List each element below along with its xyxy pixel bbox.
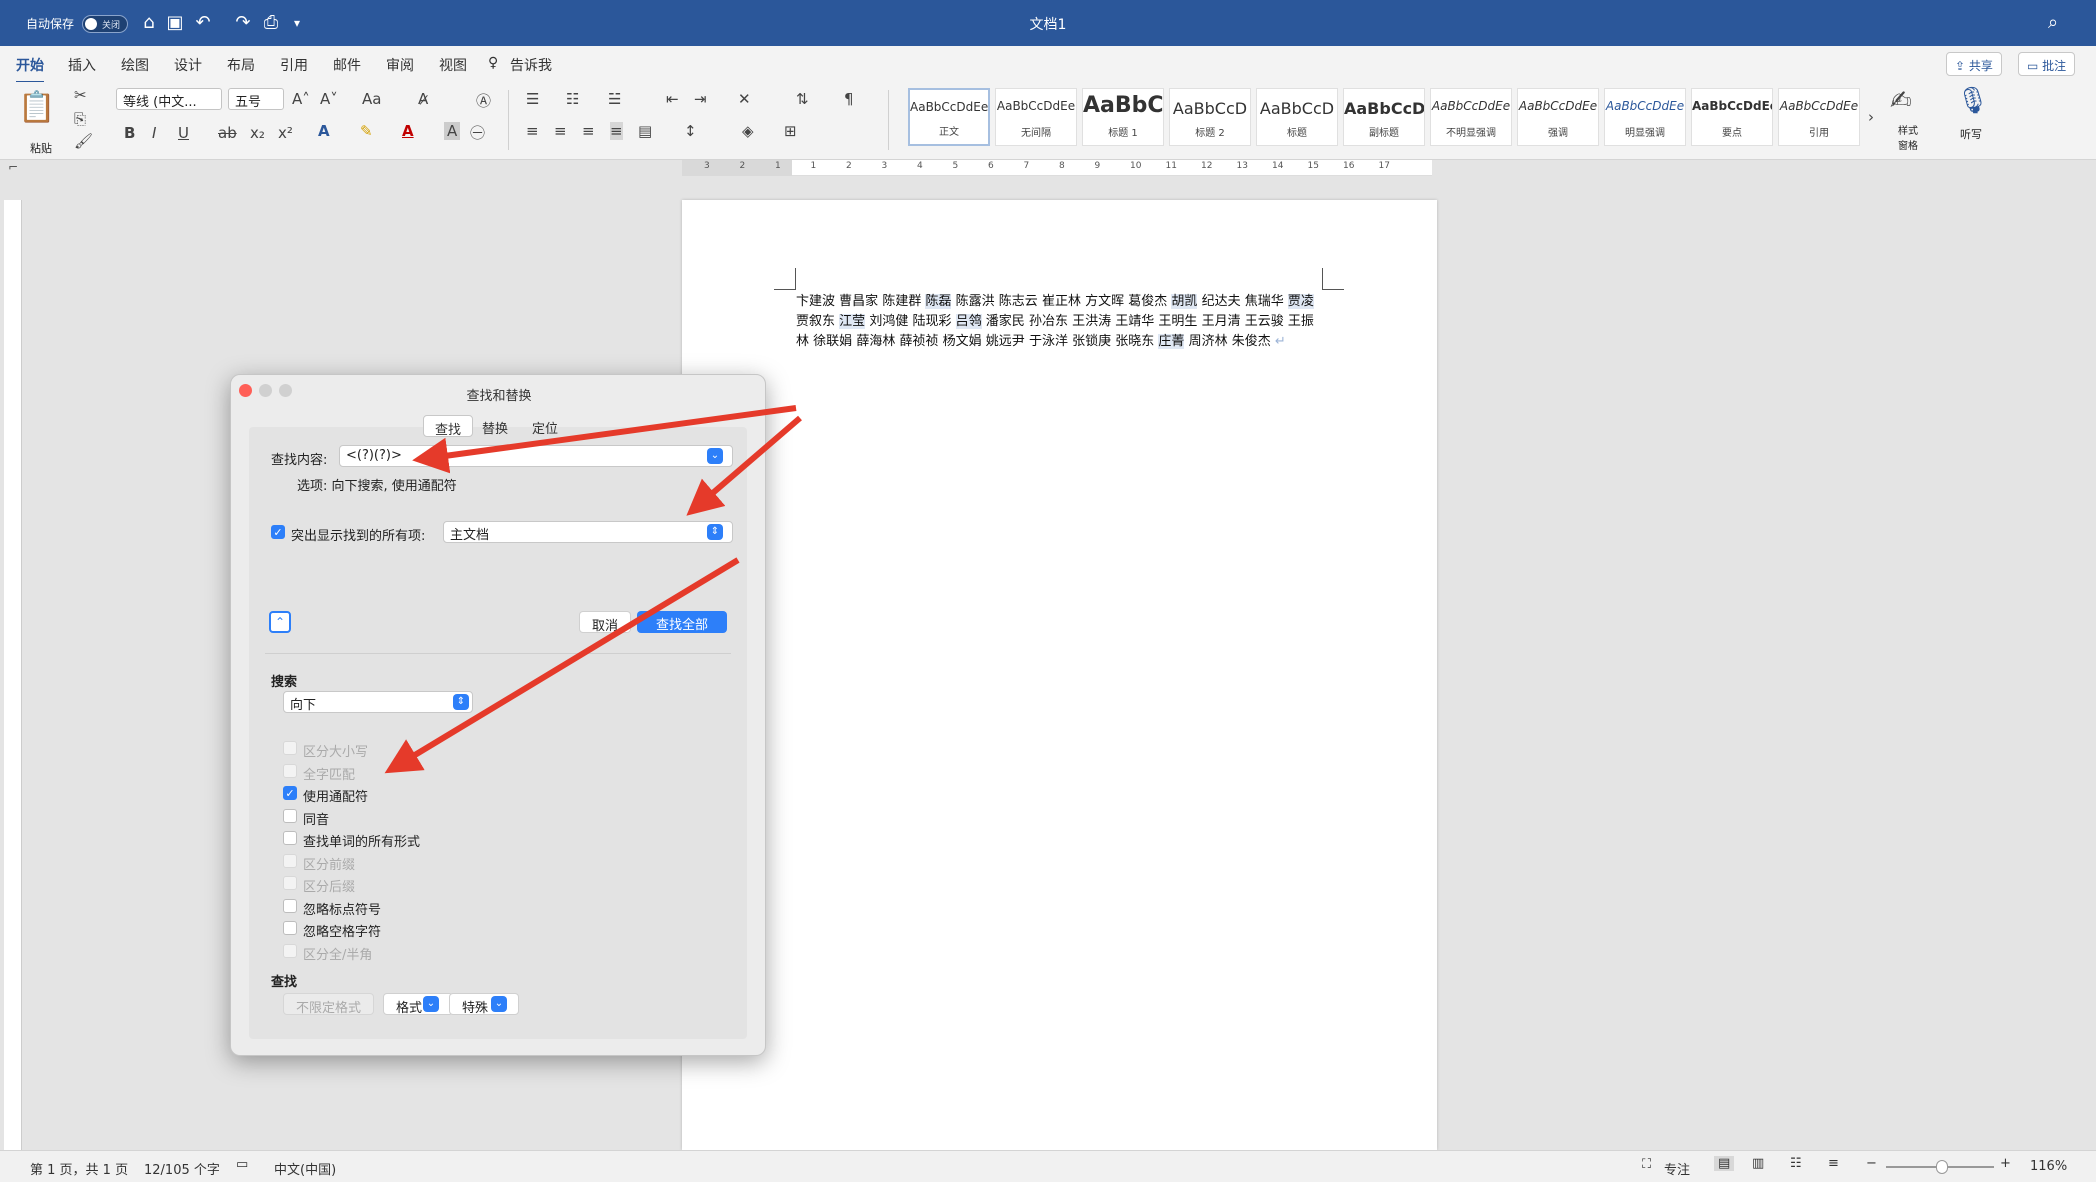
arrow-to-wildcards xyxy=(384,557,740,774)
outline-view-icon[interactable]: ☷ xyxy=(1790,1156,1802,1171)
status-bar: 第 1 页，共 1 页 12/105 个字 ▭ 中文(中国) ⛶ 专注 ▤ ▥ … xyxy=(0,1150,2096,1182)
language[interactable]: 中文(中国) xyxy=(274,1159,336,1178)
zoom-slider-thumb[interactable] xyxy=(1936,1160,1948,1174)
zoom-level[interactable]: 116% xyxy=(2030,1159,2067,1174)
arrow-to-find-input xyxy=(412,405,797,474)
print-layout-icon[interactable]: ▤ xyxy=(1714,1156,1735,1171)
draft-view-icon[interactable]: ≡ xyxy=(1828,1156,1839,1171)
focus-label[interactable]: 专注 xyxy=(1664,1159,1690,1178)
web-layout-icon[interactable]: ▥ xyxy=(1752,1156,1764,1171)
zoom-slider[interactable] xyxy=(1886,1160,1994,1174)
annotation-arrows xyxy=(384,405,802,774)
zoom-out-icon[interactable]: − xyxy=(1866,1156,1877,1171)
page-count[interactable]: 第 1 页，共 1 页 xyxy=(30,1159,128,1178)
proofing-icon[interactable]: ▭ xyxy=(236,1157,248,1172)
zoom-in-icon[interactable]: + xyxy=(2000,1156,2011,1171)
focus-icon[interactable]: ⛶ xyxy=(1642,1157,1651,1172)
word-count[interactable]: 12/105 个字 xyxy=(144,1159,220,1178)
arrow-to-highlight-scope xyxy=(686,415,802,516)
